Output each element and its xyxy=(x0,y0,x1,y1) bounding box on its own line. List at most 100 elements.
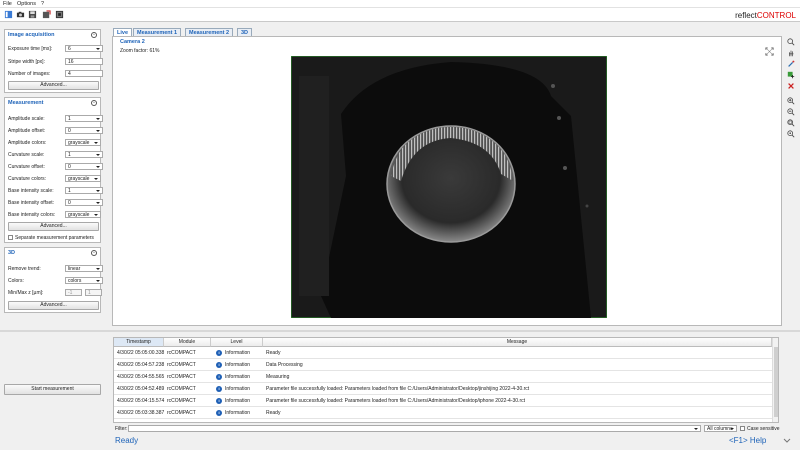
info-icon: i xyxy=(216,410,222,416)
max-z-input[interactable]: 1 xyxy=(85,289,102,296)
table-row[interactable]: 4/30/22 05:04:52.489 rcCOMPACT i Informa… xyxy=(114,384,772,395)
chevron-down-icon xyxy=(94,214,98,216)
tab-3d[interactable]: 3D xyxy=(237,28,253,36)
save-icon[interactable] xyxy=(28,10,37,19)
tab-measurement-1[interactable]: Measurement 1 xyxy=(133,28,182,36)
zoom-factor: Zoom factor: 61% xyxy=(120,48,160,54)
export-icon[interactable] xyxy=(42,10,51,19)
base-intensity-colors-dropdown[interactable]: grayscale xyxy=(65,211,101,218)
base-intensity-scale-dropdown[interactable]: 1 xyxy=(65,187,103,194)
chevron-down-icon xyxy=(96,130,100,132)
help-link[interactable]: <F1> Help xyxy=(729,436,766,445)
chevron-down-icon xyxy=(730,428,734,430)
remove-trend-dropdown[interactable]: linear xyxy=(65,265,103,272)
acquisition-advanced-button[interactable]: Advanced... xyxy=(8,81,99,90)
reflectcontrol-logo: reflectCONTROL xyxy=(735,11,796,20)
menu-options[interactable]: Options xyxy=(17,1,36,7)
chevron-down-icon[interactable] xyxy=(783,438,791,444)
stripe-width-input[interactable]: 16 xyxy=(65,58,103,65)
tab-measurement-2[interactable]: Measurement 2 xyxy=(185,28,234,36)
camera-title: Camera 2 xyxy=(120,39,145,45)
info-icon: i xyxy=(216,374,222,380)
table-row[interactable]: 4/30/22 05:04:15.574 rcCOMPACT i Informa… xyxy=(114,396,772,407)
measurement-panel: Measurement ^ Amplitude scale: 1 Amplitud… xyxy=(4,97,103,243)
pan-hand-icon[interactable] xyxy=(787,49,795,57)
camera-icon[interactable] xyxy=(16,10,25,19)
col-level[interactable]: Level xyxy=(211,338,263,347)
add-roi-icon[interactable] xyxy=(787,71,795,79)
color-picker-icon[interactable] xyxy=(787,60,795,68)
separate-params-label: Separate measurement parameters xyxy=(15,235,94,241)
col-message[interactable]: Message xyxy=(263,338,772,347)
table-row[interactable]: 4/30/22 05:03:38.387 rcCOMPACT i Informa… xyxy=(114,408,772,419)
filter-columns-dropdown[interactable]: All columns xyxy=(704,425,737,432)
3d-panel: 3D ^ Remove trend: linear Colors: colors M… xyxy=(4,247,103,313)
chevron-down-icon xyxy=(96,48,100,50)
base-intensity-offset-dropdown[interactable]: 0 xyxy=(65,199,103,206)
chevron-down-icon xyxy=(96,202,100,204)
panel-title: 3D xyxy=(8,250,16,256)
stripe-width-row: Stripe width [px]: 16 xyxy=(8,58,103,66)
case-sensitive-label: Case sensitive xyxy=(747,426,780,432)
info-icon: i xyxy=(216,350,222,356)
col-timestamp[interactable]: Timestamp xyxy=(114,338,164,347)
curvature-scale-dropdown[interactable]: 1 xyxy=(65,151,103,158)
info-icon: i xyxy=(216,386,222,392)
col-module[interactable]: Module xyxy=(164,338,211,347)
settings-icon[interactable] xyxy=(55,10,64,19)
collapse-icon[interactable]: ^ xyxy=(91,250,97,256)
separate-params-checkbox[interactable] xyxy=(8,235,13,240)
amplitude-scale-dropdown[interactable]: 1 xyxy=(65,115,103,122)
chevron-down-icon xyxy=(94,142,98,144)
case-sensitive-checkbox[interactable] xyxy=(740,426,745,431)
collapse-icon[interactable]: ^ xyxy=(91,100,97,106)
info-icon: i xyxy=(216,362,222,368)
image-acquisition-panel: Image acquisition ^ Exposure time [ms]: … xyxy=(4,29,103,93)
filter-input[interactable] xyxy=(128,425,701,432)
chevron-down-icon xyxy=(96,268,100,270)
chevron-down-icon xyxy=(694,428,698,430)
zoom-icon[interactable] xyxy=(787,38,795,46)
colors-dropdown[interactable]: colors xyxy=(65,277,103,284)
camera-image xyxy=(291,56,607,318)
status-ready: Ready xyxy=(115,436,139,445)
info-icon: i xyxy=(216,398,222,404)
chevron-down-icon xyxy=(94,178,98,180)
amplitude-offset-dropdown[interactable]: 0 xyxy=(65,127,103,134)
zoom-reset-icon[interactable] xyxy=(787,130,795,138)
panel-title: Measurement xyxy=(8,100,44,106)
zoom-out-icon[interactable] xyxy=(787,108,795,116)
table-row[interactable]: 4/30/22 05:04:55.565 rcCOMPACT i Informa… xyxy=(114,372,772,383)
num-images-row: Number of images: 4 xyxy=(8,70,103,78)
chevron-down-icon xyxy=(96,280,100,282)
delete-icon[interactable] xyxy=(787,82,795,90)
min-z-input[interactable]: -1 xyxy=(65,289,82,296)
exposure-dropdown[interactable]: 6 xyxy=(65,45,103,52)
chevron-down-icon xyxy=(96,166,100,168)
toolbar: reflectCONTROL xyxy=(0,8,800,22)
table-row[interactable]: 4/30/22 05:05:00.338 rcCOMPACT i Informa… xyxy=(114,348,772,359)
chevron-down-icon xyxy=(96,118,100,120)
start-measurement-button[interactable]: Start measurement xyxy=(4,384,101,395)
panel-title: Image acquisition xyxy=(8,32,55,38)
splitter[interactable] xyxy=(0,330,800,332)
log-table: Timestamp Module Level Message 4/30/22 0… xyxy=(113,337,779,423)
menu-help[interactable]: ? xyxy=(41,1,44,7)
fullscreen-icon[interactable] xyxy=(765,47,774,56)
zoom-fit-icon[interactable] xyxy=(787,119,795,127)
3d-advanced-button[interactable]: Advanced... xyxy=(8,301,99,310)
chevron-down-icon xyxy=(96,154,100,156)
curvature-offset-dropdown[interactable]: 0 xyxy=(65,163,103,170)
collapse-icon[interactable]: ^ xyxy=(91,32,97,38)
panel-icon[interactable] xyxy=(4,10,13,19)
zoom-in-icon[interactable] xyxy=(787,97,795,105)
table-row[interactable]: 4/30/22 05:04:57.238 rcCOMPACT i Informa… xyxy=(114,360,772,371)
num-images-input[interactable]: 4 xyxy=(65,70,103,77)
live-view-panel: Camera 2 Zoom factor: 61% xyxy=(112,36,782,326)
amplitude-colors-dropdown[interactable]: grayscale xyxy=(65,139,101,146)
chevron-down-icon xyxy=(96,190,100,192)
curvature-colors-dropdown[interactable]: grayscale xyxy=(65,175,101,182)
log-scrollbar[interactable] xyxy=(772,338,778,422)
measurement-advanced-button[interactable]: Advanced... xyxy=(8,222,99,231)
menu-file[interactable]: File xyxy=(3,1,12,7)
